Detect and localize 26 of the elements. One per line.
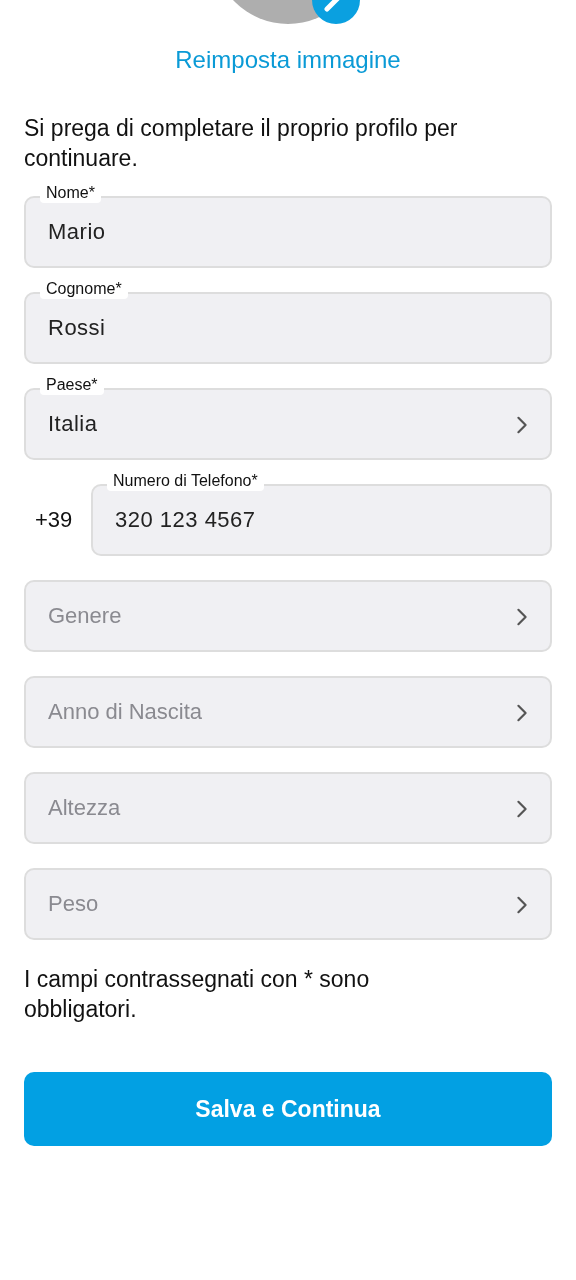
intro-text: Si prega di completare il proprio profilo per continuare. (24, 114, 459, 173)
field-placeholder: Anno di Nascita (48, 699, 203, 725)
select-field[interactable]: Peso (24, 868, 552, 940)
field-label: Numero di Telefono* (107, 471, 264, 491)
required-note: I campi contrassegnati con * sono obbligatori. (24, 965, 371, 1024)
chevron-right-icon (516, 896, 528, 914)
field-placeholder: Peso (48, 891, 99, 917)
select-field[interactable]: Altezza (24, 772, 552, 844)
field-value: Italia (48, 411, 98, 437)
chevron-right-icon (516, 800, 528, 818)
country-code: +39 (34, 507, 74, 533)
field-label: Cognome* (40, 279, 128, 299)
chevron-right-icon (516, 416, 528, 434)
field-placeholder: Genere (48, 603, 122, 629)
field-value: Mario (48, 219, 106, 245)
chevron-right-icon (516, 608, 528, 626)
select-field[interactable]: Genere (24, 580, 552, 652)
select-field[interactable]: Anno di Nascita (24, 676, 552, 748)
field-value: 320 123 4567 (115, 507, 256, 533)
field-label: Nome* (40, 183, 101, 203)
reset-image-link[interactable]: Reimposta immagine (175, 46, 401, 74)
field-value: Rossi (48, 315, 106, 341)
save-button[interactable]: Salva e Continua (24, 1072, 552, 1146)
chevron-right-icon (516, 704, 528, 722)
field-label: Paese* (40, 375, 104, 395)
field-placeholder: Altezza (48, 795, 121, 821)
